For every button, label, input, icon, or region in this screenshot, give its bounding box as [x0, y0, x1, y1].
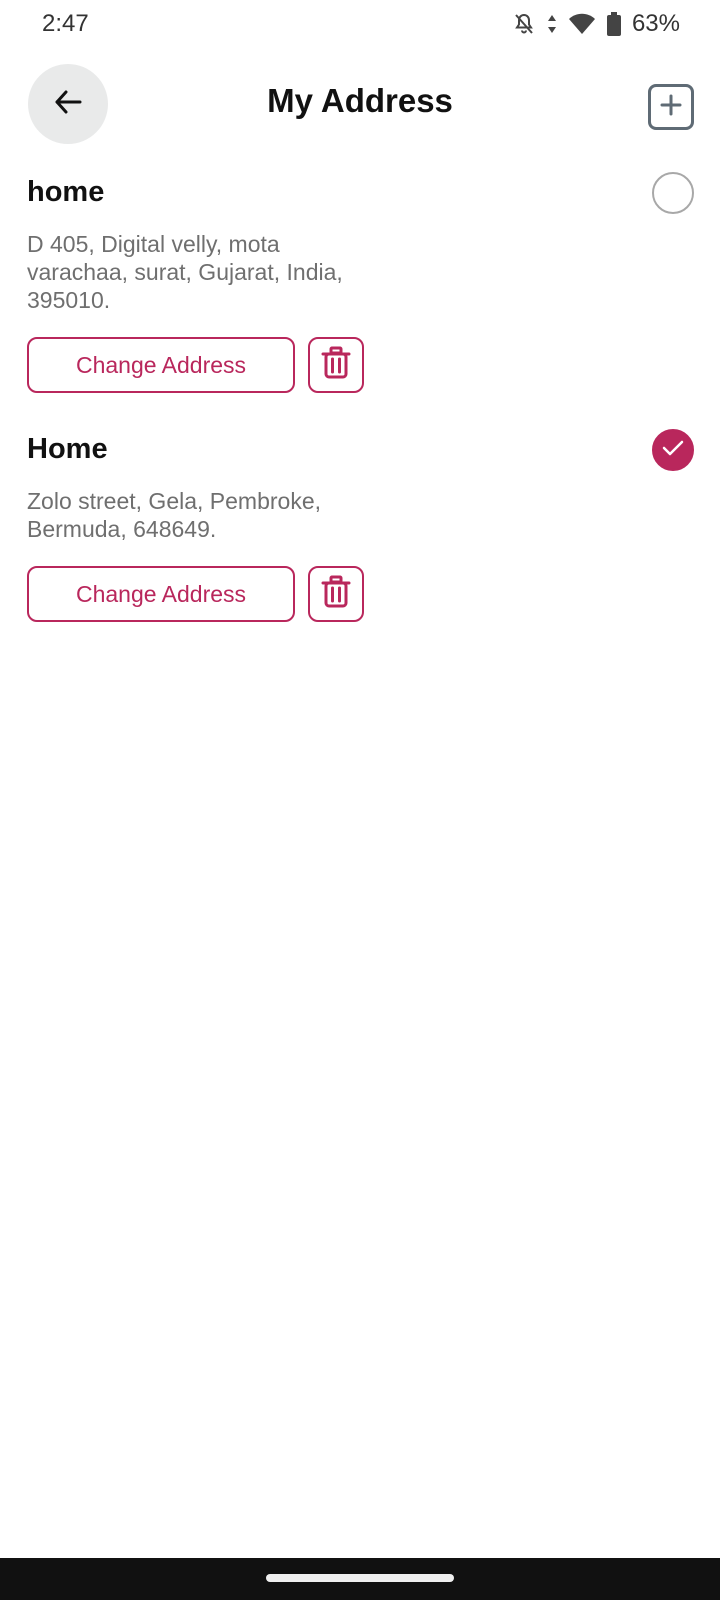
bell-off-icon	[512, 12, 536, 36]
status-time: 2:47	[42, 10, 89, 37]
app-header: My Address	[0, 64, 720, 144]
trash-icon	[320, 575, 352, 614]
check-icon	[662, 439, 684, 462]
address-actions: Change Address	[27, 566, 693, 622]
status-icons: 63%	[512, 10, 680, 38]
status-bar: 2:47 63%	[0, 0, 720, 50]
page-title: My Address	[267, 82, 453, 119]
address-radio-selected[interactable]	[652, 429, 694, 471]
address-actions: Change Address	[27, 337, 693, 393]
change-address-button[interactable]: Change Address	[27, 337, 295, 393]
delete-address-button[interactable]	[308, 566, 364, 622]
change-address-button[interactable]: Change Address	[27, 566, 295, 622]
delete-address-button[interactable]	[308, 337, 364, 393]
address-name: Home	[27, 433, 108, 465]
address-text: D 405, Digital velly, mota varachaa, sur…	[27, 231, 343, 313]
wifi-icon	[568, 12, 596, 36]
system-nav-bar	[0, 1558, 720, 1600]
home-indicator[interactable]	[266, 1574, 454, 1582]
add-address-button[interactable]	[648, 84, 694, 130]
address-text: Zolo street, Gela, Pembroke, Bermuda, 64…	[27, 488, 322, 542]
plus-icon	[659, 93, 683, 122]
address-card: home D 405, Digital velly, mota varachaa…	[27, 172, 694, 393]
address-card: Home Zolo street, Gela, Pembroke, Bermud…	[27, 429, 694, 622]
address-name: home	[27, 176, 105, 208]
data-arrows-icon	[546, 12, 558, 36]
battery-icon	[606, 11, 622, 37]
address-radio-unselected[interactable]	[652, 172, 694, 214]
battery-percentage: 63%	[631, 10, 680, 37]
trash-icon	[320, 346, 352, 385]
